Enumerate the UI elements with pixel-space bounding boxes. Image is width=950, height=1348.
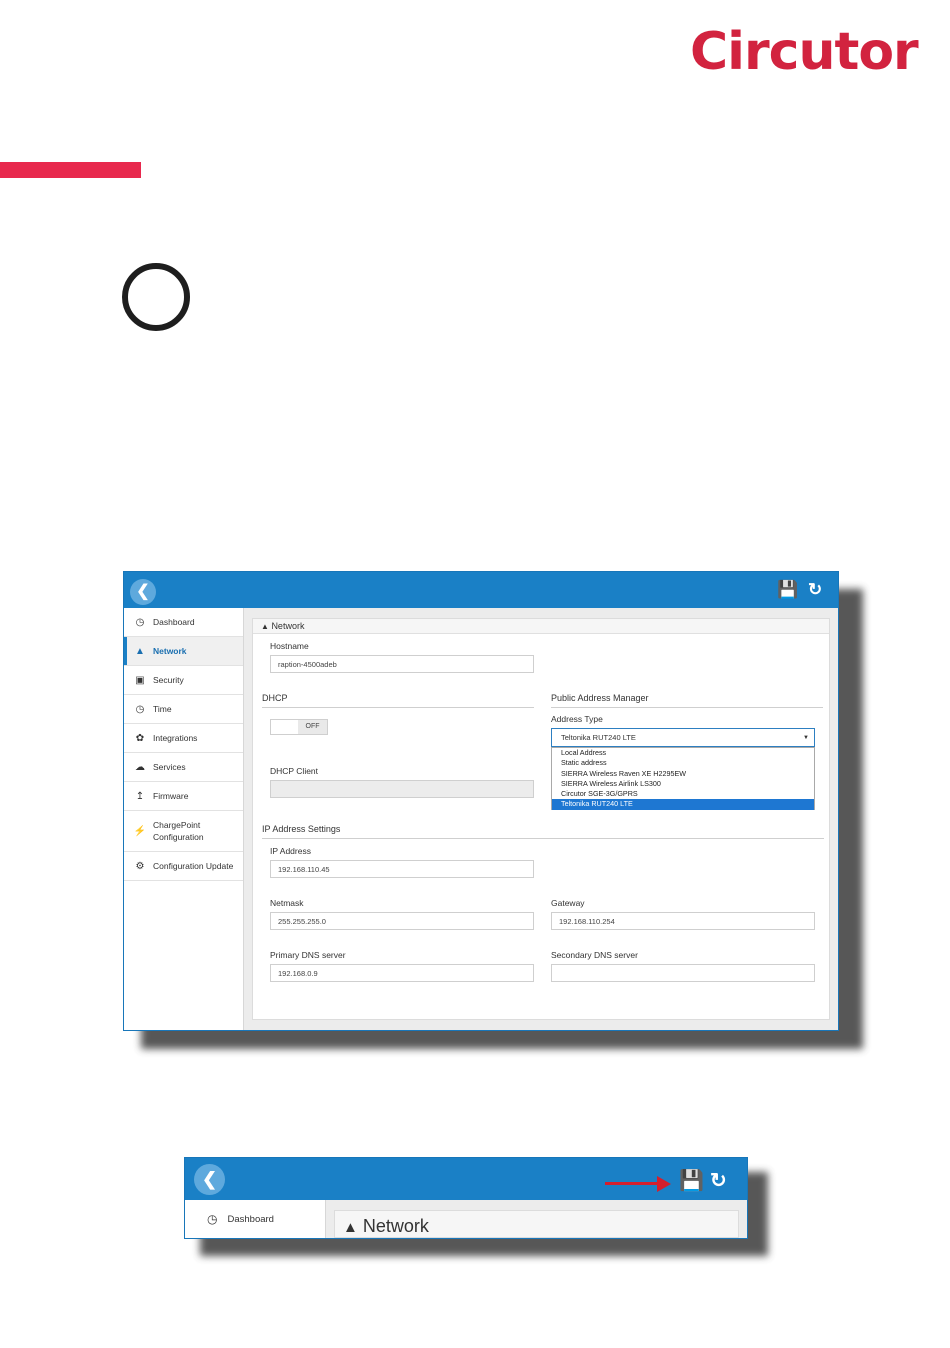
- ip-address-field[interactable]: 192.168.110.45: [270, 860, 534, 878]
- sidebar: ◷ Dashboard ▲ Network ▣ Security ◷ Time …: [124, 608, 244, 1030]
- dashboard-icon: ◷: [135, 616, 145, 628]
- divider: [551, 707, 823, 708]
- hostname-field[interactable]: raption-4500adeb: [270, 655, 534, 673]
- sidebar-item-chargepoint-configuration[interactable]: ⚡ ChargePoint Configuration: [124, 811, 243, 852]
- chevron-left-icon[interactable]: ❮: [194, 1164, 225, 1195]
- sidebar-item-label: Dashboard: [153, 617, 195, 627]
- floppy-save-icon[interactable]: 💾: [777, 580, 798, 600]
- red-accent-bar: [0, 162, 141, 178]
- main-content: ▲ Network Hostname raption-4500adeb DHCP…: [244, 608, 838, 1030]
- sidebar-item-time[interactable]: ◷ Time: [124, 695, 243, 724]
- sidebar-item-label: Configuration Update: [153, 861, 234, 871]
- gateway-field[interactable]: 192.168.110.254: [551, 912, 815, 930]
- gateway-label: Gateway: [551, 898, 585, 908]
- refresh-icon[interactable]: ↻: [808, 580, 822, 600]
- toggle-knob: [271, 720, 300, 734]
- upload-icon: ↥: [135, 790, 145, 802]
- bolt-icon: ⚡: [133, 825, 147, 837]
- sidebar-item-label: Network: [153, 646, 187, 656]
- road-icon: ▲: [343, 1219, 358, 1236]
- hostname-label: Hostname: [270, 641, 309, 651]
- public-address-section-title: Public Address Manager: [551, 693, 649, 703]
- address-type-dropdown: Local Address Static address SIERRA Wire…: [551, 747, 815, 810]
- netmask-field[interactable]: 255.255.255.0: [270, 912, 534, 930]
- ip-address-label: IP Address: [270, 846, 311, 856]
- road-icon: ▲: [261, 622, 269, 631]
- sidebar-item-label: Firmware: [153, 791, 189, 801]
- panel-title-text: Network: [271, 621, 305, 631]
- panel-title-text: Network: [362, 1216, 429, 1236]
- secondary-dns-field[interactable]: [551, 964, 815, 982]
- sidebar-item-integrations[interactable]: ✿ Integrations: [124, 724, 243, 753]
- cloud-icon: ☁: [135, 761, 145, 773]
- lock-icon: ▣: [135, 674, 145, 686]
- dropdown-option[interactable]: Static address: [552, 758, 814, 768]
- toggle-off-label: OFF: [298, 720, 327, 734]
- address-type-select[interactable]: Teltonika RUT240 LTE ▼: [551, 728, 815, 747]
- sidebar-item-dashboard[interactable]: ◷ Dashboard: [124, 608, 243, 637]
- sidebar-item-label: Security: [153, 675, 184, 685]
- main-content: ▲ Network: [326, 1200, 747, 1238]
- dhcp-toggle[interactable]: OFF: [270, 719, 328, 735]
- network-settings-screenshot: ❮ 💾 ↻ ◷ Dashboard ▲ Network ▣ Security ◷…: [123, 571, 839, 1031]
- top-bar: ❮ 💾 ↻: [124, 572, 838, 608]
- sidebar-item-label: Dashboard: [227, 1213, 274, 1225]
- sidebar-item-configuration-update[interactable]: ⚙ Configuration Update: [124, 852, 243, 881]
- caret-down-icon: ▼: [803, 735, 809, 741]
- red-arrow-line: [605, 1182, 659, 1185]
- chevron-left-icon[interactable]: ❮: [130, 579, 156, 605]
- divider: [262, 838, 824, 839]
- save-button-screenshot: ❮ 💾 ↻ ◷ Dashboard ▲ Network: [184, 1157, 748, 1239]
- divider: [262, 707, 534, 708]
- road-icon: ▲: [135, 645, 145, 657]
- address-type-label: Address Type: [551, 714, 603, 724]
- netmask-label: Netmask: [270, 898, 304, 908]
- ip-settings-section-title: IP Address Settings: [262, 824, 341, 834]
- sidebar-item-services[interactable]: ☁ Services: [124, 753, 243, 782]
- sidebar-item-network[interactable]: ▲ Network: [124, 637, 243, 666]
- sidebar-item-label: Services: [153, 762, 186, 772]
- primary-dns-label: Primary DNS server: [270, 950, 346, 960]
- dashboard-icon: ◷: [207, 1212, 218, 1226]
- select-value: Teltonika RUT240 LTE: [561, 733, 636, 742]
- sidebar-item-security[interactable]: ▣ Security: [124, 666, 243, 695]
- sidebar-item-dashboard[interactable]: ◷ Dashboard: [185, 1200, 326, 1238]
- gear-icon: ⚙: [135, 860, 145, 872]
- dhcp-client-label: DHCP Client: [270, 766, 319, 776]
- dropdown-option-selected[interactable]: Teltonika RUT240 LTE: [552, 799, 814, 810]
- sidebar-item-label: ChargePoint Configuration: [153, 820, 204, 842]
- refresh-icon[interactable]: ↻: [710, 1168, 727, 1193]
- sidebar-item-label: Integrations: [153, 733, 198, 743]
- primary-dns-field[interactable]: 192.168.0.9: [270, 964, 534, 982]
- network-panel: ▲ Network Hostname raption-4500adeb DHCP…: [252, 618, 830, 1020]
- floppy-save-icon[interactable]: 💾: [679, 1168, 704, 1193]
- top-bar: ❮ 💾 ↻: [185, 1158, 747, 1200]
- step-circle-icon: [122, 263, 190, 331]
- circutor-logo: Circutor: [690, 22, 919, 82]
- dropdown-option[interactable]: SIERRA Wireless Raven XE H2295EW: [552, 769, 814, 779]
- secondary-dns-label: Secondary DNS server: [551, 950, 638, 960]
- panel-title: ▲ Network: [253, 619, 829, 634]
- dropdown-option[interactable]: Local Address: [552, 748, 814, 758]
- sidebar-item-label: Time: [153, 704, 172, 714]
- red-arrow-head: [657, 1176, 671, 1192]
- dhcp-section-title: DHCP: [262, 693, 288, 703]
- dropdown-option[interactable]: Circutor SGE-3G/GPRS: [552, 789, 814, 799]
- sidebar-item-firmware[interactable]: ↥ Firmware: [124, 782, 243, 811]
- panel-title: ▲ Network: [334, 1210, 739, 1238]
- integrations-icon: ✿: [135, 732, 145, 744]
- dhcp-client-field: [270, 780, 534, 798]
- dropdown-option[interactable]: SIERRA Wireless Airlink LS300: [552, 779, 814, 789]
- clock-icon: ◷: [135, 703, 145, 715]
